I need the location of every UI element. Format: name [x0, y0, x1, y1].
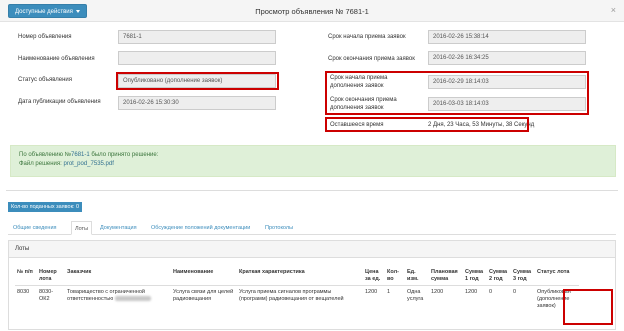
tab-protocols[interactable]: Протоколы: [262, 221, 296, 235]
publish-date-field: 2016-02-26 15:30:30: [118, 96, 276, 110]
cell-sum3: 0: [513, 289, 517, 295]
cell-customer: Товарищество с ограниченной ответственно…: [65, 286, 171, 314]
cell-qty: 1: [387, 289, 391, 295]
publish-date-label: Дата публикации объявления: [18, 99, 101, 105]
lots-panel: Лоты № п/п Номер лота Заказчик Наименова…: [8, 240, 616, 330]
col-name: Наименование: [171, 267, 237, 286]
tab-general[interactable]: Общие сведения: [10, 221, 60, 235]
col-qty: Кол-во: [385, 267, 405, 286]
tab-documentation[interactable]: Документация: [97, 221, 140, 235]
table-row: 8030 8030-ОК2 Товарищество с ограниченно…: [15, 286, 579, 314]
cell-unit: Одна услуга: [407, 289, 424, 302]
notice-number-link[interactable]: 7681-1: [71, 152, 90, 158]
col-lot-number: Номер лота: [37, 267, 65, 286]
col-price: Цена за ед.: [363, 267, 385, 286]
cell-planned: 1200: [431, 289, 444, 295]
top-bar: Доступные действия Просмотр объявления №…: [0, 0, 624, 22]
decision-notice: По объявлению №7681-1 было принято решен…: [10, 145, 616, 177]
col-customer: Заказчик: [65, 267, 171, 286]
cell-num: 8030: [17, 289, 30, 295]
section-divider: [6, 190, 618, 191]
cell-sum1: 1200: [465, 289, 478, 295]
decision-notice-line2: Файл решения: prot_pod_7535.pdf: [19, 160, 607, 169]
col-status: Статус лота: [535, 267, 579, 286]
bids-count-badge: Кол-во поданных заявок: 0: [8, 202, 83, 212]
lots-table: № п/п Номер лота Заказчик Наименование К…: [15, 267, 579, 313]
decision-notice-line1: По объявлению №7681-1 было принято решен…: [19, 151, 607, 160]
status-highlight-box: [116, 72, 279, 90]
notice-suffix-text: было принято решение:: [89, 152, 159, 158]
bid-start-label: Срок начала приема заявок: [328, 34, 406, 40]
bid-start-field: 2016-02-26 15:38:14: [428, 30, 586, 44]
cell-price: 1200: [365, 289, 378, 295]
remaining-time-highlight-box: [325, 117, 529, 132]
lot-status-highlight-box: [563, 289, 613, 325]
decision-file-label: Файл решения:: [19, 161, 64, 167]
col-sum1: Сумма 1 год: [463, 267, 487, 286]
tab-bar: Общие сведения Лоты Документация Обсужде…: [8, 221, 616, 235]
close-icon[interactable]: ×: [611, 5, 616, 15]
tab-discussion[interactable]: Обсуждение положений документации: [148, 221, 253, 235]
notice-status-label: Статус объявления: [18, 77, 73, 83]
bid-end-label: Срок окончания приема заявок: [328, 56, 415, 62]
bid-end-field: 2016-02-26 16:34:25: [428, 51, 586, 65]
notice-prefix-text: По объявлению №: [19, 152, 72, 158]
lot-number-link[interactable]: 8030-ОК2: [37, 286, 65, 314]
col-sum3: Сумма 3 год: [511, 267, 535, 286]
notice-name-label: Наименование объявления: [18, 56, 95, 62]
redacted-text: [114, 296, 151, 302]
notice-number-label: Номер объявления: [18, 34, 72, 40]
cell-name: Услуга связи для целей радиовещания: [173, 289, 234, 302]
col-planned: Плановая сумма: [429, 267, 463, 286]
notice-number-field: 7681-1: [118, 30, 276, 44]
col-num: № п/п: [15, 267, 37, 286]
cell-sum2: 0: [489, 289, 493, 295]
col-description: Краткая характеристика: [237, 267, 363, 286]
col-unit: Ед. изм.: [405, 267, 429, 286]
col-sum2: Сумма 2 год: [487, 267, 511, 286]
cell-description: Услуга приема сигналов программы (програ…: [239, 289, 344, 302]
page-title: Просмотр объявления № 7681-1: [255, 7, 369, 16]
lots-heading: Лоты: [9, 241, 615, 258]
supplement-dates-highlight-box: [325, 71, 589, 115]
tab-lots[interactable]: Лоты: [71, 221, 93, 235]
decision-file-link[interactable]: prot_pod_7535.pdf: [64, 161, 114, 167]
notice-name-field: [118, 51, 276, 65]
